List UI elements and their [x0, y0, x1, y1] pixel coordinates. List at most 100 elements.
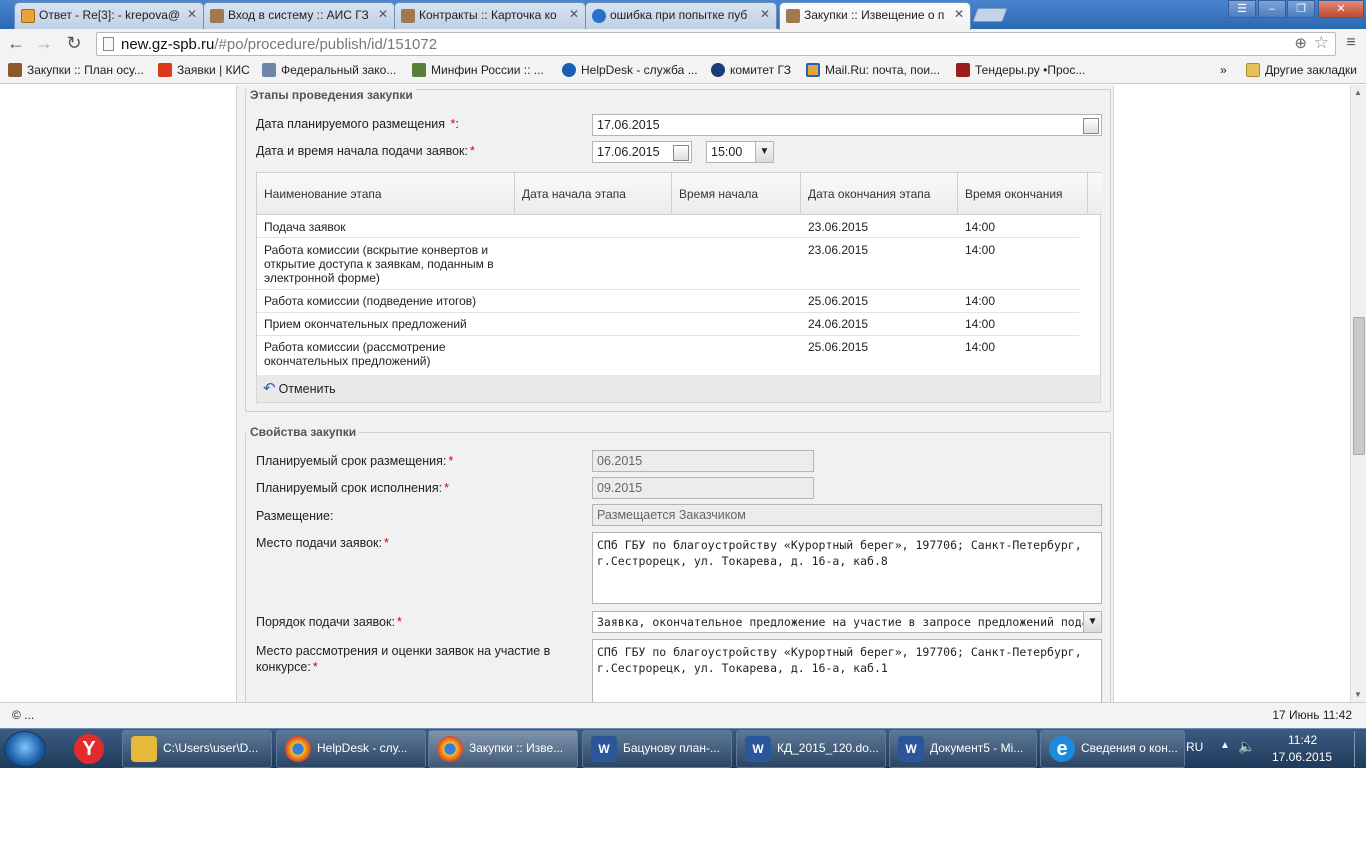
required-asterisk: *: [450, 117, 456, 131]
bookmark-4[interactable]: Минфин России :: ...: [412, 63, 544, 77]
placement-term-label-text: Планируемый срок размещения:: [256, 454, 447, 468]
browser-tab-2-title: Вход в систему :: АИС ГЗ: [228, 8, 369, 22]
stages-table: Наименование этапа Дата начала этапа Вре…: [256, 172, 1102, 399]
table-row[interactable]: Работа комиссии (подведение итогов) 25.0…: [257, 290, 1079, 313]
review-place-textarea[interactable]: СПб ГБУ по благоустройству «Курортный бе…: [592, 639, 1102, 702]
forward-arrow-icon[interactable]: →: [33, 33, 55, 53]
column-header-end-time[interactable]: Время окончания: [958, 173, 1088, 215]
menu-icon[interactable]: ≡: [1340, 33, 1362, 53]
column-header-start-time[interactable]: Время начала: [672, 173, 801, 215]
zoom-icon[interactable]: ⊕: [1294, 34, 1307, 52]
taskbar-item-word-3[interactable]: W Документ5 - Mi...: [889, 730, 1037, 768]
user-menu-icon[interactable]: ☰: [1228, 0, 1256, 18]
close-tab-icon[interactable]: ✕: [760, 7, 770, 21]
bookmarks-overflow-button[interactable]: »: [1220, 63, 1227, 77]
table-row[interactable]: Подача заявок 23.06.2015 14:00: [257, 216, 1079, 238]
planned-date-input[interactable]: 17.06.2015: [592, 114, 1102, 136]
browser-tab-strip: Ответ - Re[3]: - krepova@ ✕ Вход в систе…: [0, 0, 1366, 30]
submission-place-textarea[interactable]: СПб ГБУ по благоустройству «Курортный бе…: [592, 532, 1102, 604]
bookmark-7[interactable]: Mail.Ru: почта, пои...: [806, 63, 940, 77]
mail-favicon-icon: [21, 9, 35, 23]
bookmark-2[interactable]: Заявки | КИС: [158, 63, 250, 77]
browser-tab-4[interactable]: ошибка при попытке пуб ✕: [585, 2, 777, 29]
taskbar-item-explorer[interactable]: C:\Users\user\D...: [122, 730, 272, 768]
language-indicator[interactable]: RU: [1186, 740, 1203, 754]
browser-tab-5-active[interactable]: Закупки :: Извещение о п ✕: [779, 2, 971, 30]
close-tab-icon[interactable]: ✕: [569, 7, 579, 21]
scroll-down-arrow-icon[interactable]: ▼: [1354, 690, 1362, 699]
start-date-value: 17.06.2015: [597, 145, 660, 159]
hammer-favicon-icon: [401, 9, 415, 23]
start-time-select[interactable]: 15:00 ▼: [706, 141, 774, 163]
show-desktop-button[interactable]: [1354, 731, 1364, 767]
url-host: new.gz-spb.ru: [121, 36, 215, 53]
hammer-favicon-icon: [786, 9, 800, 23]
close-tab-icon[interactable]: ✕: [954, 7, 964, 21]
volume-icon[interactable]: 🔈: [1238, 738, 1255, 755]
clock-time[interactable]: 11:42: [1288, 733, 1317, 747]
show-hidden-icons-icon[interactable]: ▲: [1220, 740, 1230, 751]
calendar-icon[interactable]: [673, 145, 689, 161]
column-header-end-date[interactable]: Дата окончания этапа: [801, 173, 958, 215]
reload-icon[interactable]: ↻: [63, 33, 85, 53]
start-date-input[interactable]: 17.06.2015: [592, 141, 692, 163]
bookmark-1[interactable]: Закупки :: План осу...: [8, 63, 144, 77]
browser-tab-2[interactable]: Вход в систему :: АИС ГЗ ✕: [203, 2, 395, 29]
table-row[interactable]: Прием окончательных предложений 24.06.20…: [257, 313, 1079, 336]
taskbar-item-helpdesk[interactable]: HelpDesk - слу...: [276, 730, 426, 768]
bookmark-8[interactable]: Тендеры.ру •Прос...: [956, 63, 1085, 77]
committee-icon: [711, 63, 725, 77]
yandex-browser-pinned-icon[interactable]: Y: [66, 731, 110, 767]
close-tab-icon[interactable]: ✕: [378, 7, 388, 21]
minfin-icon: [412, 63, 426, 77]
bookmark-3[interactable]: Федеральный зако...: [262, 63, 396, 77]
browser-tab-3-title: Контракты :: Карточка ко: [419, 8, 557, 22]
minimize-window-button[interactable]: –: [1258, 0, 1286, 18]
browser-tab-1-title: Ответ - Re[3]: - krepova@: [39, 8, 181, 22]
bookmark-star-icon[interactable]: ☆: [1314, 33, 1329, 53]
new-tab-button[interactable]: [972, 8, 1008, 22]
bookmark-label: комитет ГЗ: [730, 63, 791, 77]
bookmark-label: Закупки :: План осу...: [27, 63, 144, 77]
submission-order-select[interactable]: Заявка, окончательное предложение на уча…: [592, 611, 1102, 633]
bookmark-6[interactable]: комитет ГЗ: [711, 63, 791, 77]
cancel-button[interactable]: ↶ Отменить: [263, 379, 336, 397]
scrollbar-thumb[interactable]: [1353, 317, 1365, 455]
column-header-start-date[interactable]: Дата начала этапа: [515, 173, 672, 215]
chevron-down-icon[interactable]: ▼: [1083, 612, 1101, 632]
close-window-button[interactable]: ✕: [1318, 0, 1364, 18]
other-bookmarks[interactable]: Другие закладки: [1246, 63, 1357, 77]
browser-tab-3[interactable]: Контракты :: Карточка ко ✕: [394, 2, 586, 29]
clock-date[interactable]: 17.06.2015: [1272, 750, 1332, 764]
taskbar-item-word-2[interactable]: W КД_2015_120.do...: [736, 730, 886, 768]
word-icon: W: [745, 736, 771, 762]
form-panel: Этапы проведения закупки Дата планируемо…: [236, 85, 1114, 702]
review-place-label: Место рассмотрения и оценки заявок на уч…: [256, 643, 576, 675]
browser-tab-1[interactable]: Ответ - Re[3]: - krepova@ ✕: [14, 2, 204, 29]
stages-table-header: Наименование этапа Дата начала этапа Вре…: [257, 173, 1102, 215]
start-button[interactable]: [4, 731, 46, 767]
address-bar[interactable]: new.gz-spb.ru/#po/procedure/publish/id/1…: [96, 32, 1336, 56]
table-row[interactable]: Работа комиссии (рассмотрение окончатель…: [257, 336, 1079, 373]
taskbar-item-zakupki[interactable]: Закупки :: Изве...: [428, 730, 578, 768]
calendar-icon[interactable]: [1083, 118, 1099, 134]
page-scrollbar[interactable]: ▲ ▼: [1350, 85, 1366, 702]
back-arrow-icon[interactable]: ←: [5, 33, 27, 53]
word-icon: W: [898, 736, 924, 762]
taskbar-item-ie[interactable]: e Сведения о кон...: [1040, 730, 1185, 768]
maximize-window-button[interactable]: ❐: [1287, 0, 1315, 18]
stage-name: Подача заявок: [264, 220, 346, 234]
taskbar-item-word-1[interactable]: W Бацунову план-...: [582, 730, 732, 768]
submission-order-label: Порядок подачи заявок: *: [256, 615, 402, 629]
taskbar-item-label: Сведения о кон...: [1081, 741, 1178, 755]
chevron-down-icon[interactable]: ▼: [755, 142, 773, 162]
close-tab-icon[interactable]: ✕: [187, 7, 197, 21]
bookmark-5[interactable]: HelpDesk - служба ...: [562, 63, 698, 77]
placement-term-label: Планируемый срок размещения: *: [256, 454, 453, 468]
status-left-text: © ...: [12, 708, 35, 722]
column-header-name[interactable]: Наименование этапа: [257, 173, 515, 215]
table-row[interactable]: Работа комиссии (вскрытие конвертов и от…: [257, 239, 1079, 290]
scroll-up-arrow-icon[interactable]: ▲: [1354, 88, 1362, 97]
stage-end-date: 24.06.2015: [808, 317, 869, 331]
mailru-icon: [806, 63, 820, 77]
